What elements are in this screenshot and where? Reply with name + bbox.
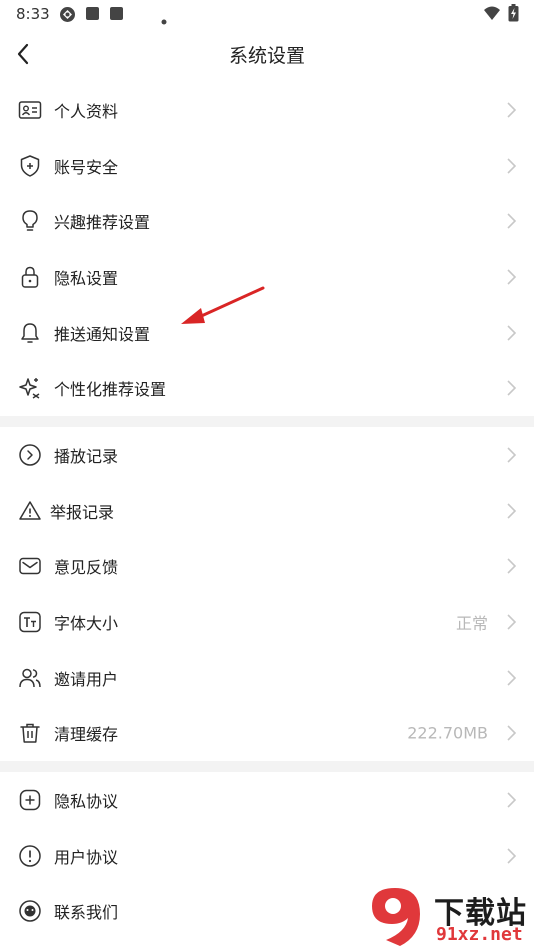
row-privacy-settings[interactable]: 隐私设置 <box>0 249 534 305</box>
lock-icon <box>21 266 39 288</box>
cache-size-value: 222.70MB <box>407 723 488 743</box>
font-size-icon <box>19 611 41 633</box>
row-personalized-recommend[interactable]: 个性化推荐设置 <box>0 360 534 416</box>
chevron-right-icon <box>507 847 517 864</box>
row-push-notification[interactable]: 推送通知设置 <box>0 305 534 361</box>
chevron-right-icon <box>507 157 517 174</box>
status-bar: 8:33 <box>0 0 534 28</box>
row-play-history[interactable]: 播放记录 <box>0 427 534 483</box>
row-label: 清理缓存 <box>54 725 119 745</box>
row-label: 意见反馈 <box>54 558 119 578</box>
watermark-badge-icon <box>372 888 420 946</box>
square-notification-icon <box>85 6 100 25</box>
users-icon <box>19 668 41 687</box>
warning-icon <box>19 500 41 520</box>
trash-icon <box>20 724 40 744</box>
row-label: 播放记录 <box>54 446 119 466</box>
chat-bubble-icon <box>19 900 41 922</box>
chevron-right-icon <box>507 102 517 118</box>
header: 系统设置 <box>0 28 534 82</box>
chevron-right-icon <box>507 380 517 396</box>
row-label: 字体大小 <box>54 613 119 633</box>
chevron-right-icon <box>507 614 517 630</box>
row-label: 个性化推荐设置 <box>54 380 167 400</box>
dot-icon <box>161 10 167 29</box>
sparkle-icon <box>19 378 40 399</box>
battery-icon <box>508 4 519 26</box>
square-notification-icon <box>109 6 124 25</box>
row-label: 账号安全 <box>54 157 119 177</box>
row-label: 隐私设置 <box>54 268 119 288</box>
row-label: 用户协议 <box>54 847 119 867</box>
row-label: 个人资料 <box>54 101 119 121</box>
chevron-right-icon <box>507 325 517 341</box>
row-account-security[interactable]: 账号安全 <box>0 138 534 194</box>
chevron-right-icon <box>507 502 517 519</box>
row-report-history[interactable]: 举报记录 <box>0 483 534 539</box>
page-title: 系统设置 <box>228 45 305 67</box>
profile-card-icon <box>18 101 42 119</box>
row-label: 举报记录 <box>50 502 115 522</box>
lightbulb-icon <box>22 210 38 231</box>
section-divider <box>0 416 534 427</box>
status-time: 8:33 <box>16 5 50 23</box>
app-notification-icon <box>59 6 76 27</box>
shield-icon <box>20 154 40 177</box>
wifi-icon <box>483 6 501 25</box>
chevron-right-icon <box>507 670 517 686</box>
watermark-logo: 下载站 91xz.net <box>362 884 534 950</box>
row-label: 联系我们 <box>54 903 119 923</box>
chevron-right-icon <box>507 725 517 741</box>
plus-square-icon <box>19 789 41 811</box>
play-circle-icon <box>19 444 41 466</box>
watermark-en: 91xz.net <box>436 924 523 945</box>
row-user-agreement[interactable]: 用户协议 <box>0 828 534 884</box>
row-label: 兴趣推荐设置 <box>54 213 151 233</box>
row-label: 隐私协议 <box>54 791 119 811</box>
bell-icon <box>21 322 39 343</box>
info-circle-icon <box>19 844 41 867</box>
section-divider <box>0 761 534 772</box>
mail-icon <box>19 557 41 575</box>
chevron-right-icon <box>507 558 517 574</box>
font-size-value: 正常 <box>455 613 488 633</box>
row-label: 邀请用户 <box>54 669 119 689</box>
settings-group-account: 个人资料 账号安全 兴趣推荐设置 隐私设置 推送通知设置 个性化推荐设置 <box>0 82 534 416</box>
row-label: 推送通知设置 <box>54 324 151 344</box>
row-clear-cache[interactable]: 清理缓存 222.70MB <box>0 705 534 761</box>
chevron-right-icon <box>507 792 517 808</box>
row-privacy-agreement[interactable]: 隐私协议 <box>0 772 534 828</box>
row-profile[interactable]: 个人资料 <box>0 82 534 138</box>
chevron-right-icon <box>507 269 517 285</box>
row-interest-recommend[interactable]: 兴趣推荐设置 <box>0 193 534 249</box>
chevron-right-icon <box>507 213 517 229</box>
chevron-right-icon <box>507 447 517 463</box>
row-feedback[interactable]: 意见反馈 <box>0 538 534 594</box>
row-invite-users[interactable]: 邀请用户 <box>0 650 534 706</box>
row-font-size[interactable]: 字体大小 正常 <box>0 594 534 650</box>
settings-group-records: 播放记录 举报记录 意见反馈 字体大小 正常 邀请用户 清理缓存 222.70M… <box>0 427 534 761</box>
